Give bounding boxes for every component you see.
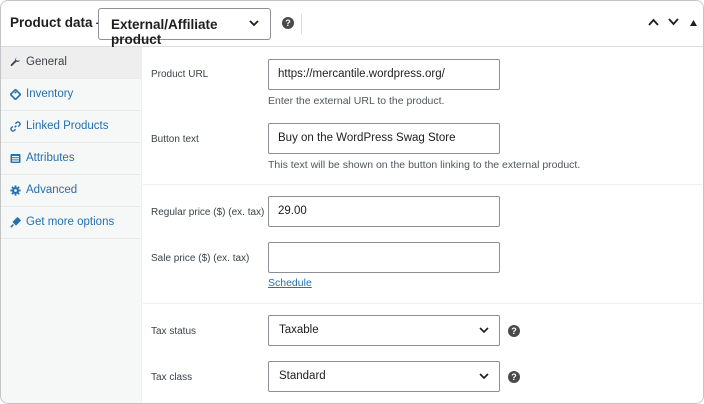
chevron-down-icon — [479, 327, 489, 334]
tab-inventory[interactable]: Inventory — [1, 79, 141, 111]
wrench-icon — [10, 57, 20, 67]
list-icon — [10, 154, 21, 163]
tab-attributes[interactable]: Attributes — [1, 143, 141, 175]
tag-icon — [10, 89, 21, 100]
link-icon — [10, 121, 21, 132]
regular-price-input[interactable]: 29.00 — [268, 196, 500, 227]
tab-general[interactable]: General — [1, 47, 141, 79]
tax-class-value: Standard — [279, 370, 326, 382]
tab-get-more-options[interactable]: Get more options — [1, 207, 141, 239]
tab-general-label: General — [26, 56, 67, 68]
product-url-description: Enter the external URL to the product. — [268, 95, 445, 107]
help-icon[interactable]: ? — [508, 325, 520, 337]
tax-class-label: Tax class — [151, 372, 193, 383]
tax-status-value: Taxable — [279, 324, 319, 336]
sale-price-label: Sale price ($) (ex. tax) — [151, 253, 250, 264]
schedule-link[interactable]: Schedule — [268, 277, 312, 289]
tab-attributes-label: Attributes — [26, 152, 75, 164]
tab-advanced[interactable]: Advanced — [1, 175, 141, 207]
tab-advanced-label: Advanced — [26, 184, 78, 196]
general-options-panel: Product URL https://mercantile.wordpress… — [143, 47, 703, 403]
button-text-label: Button text — [151, 134, 199, 145]
regular-price-label: Regular price ($) (ex. tax) — [151, 207, 265, 218]
product-data-tabs: General Inventory Linked Products Attrib… — [1, 47, 142, 403]
help-icon[interactable]: ? — [282, 17, 294, 29]
button-text-input[interactable]: Buy on the WordPress Swag Store — [268, 123, 500, 154]
tax-class-select[interactable]: Standard — [268, 361, 500, 392]
product-type-select[interactable]: External/Affiliate product — [98, 8, 271, 47]
section-divider — [143, 303, 703, 304]
tab-inventory-label: Inventory — [26, 88, 74, 100]
tab-linked-products-label: Linked Products — [26, 120, 109, 132]
tab-linked-products[interactable]: Linked Products — [1, 111, 141, 143]
button-text-description: This text will be shown on the button li… — [268, 159, 581, 171]
product-type-value: External/Affiliate product — [111, 17, 218, 47]
gear-icon — [10, 185, 21, 196]
chevron-down-icon[interactable] — [668, 18, 679, 26]
header-divider — [301, 14, 302, 34]
tax-status-select[interactable]: Taxable — [268, 315, 500, 346]
product-url-input[interactable]: https://mercantile.wordpress.org/ — [268, 59, 500, 90]
chevron-up-icon[interactable] — [648, 18, 659, 26]
tab-get-more-options-label: Get more options — [26, 216, 115, 228]
section-divider — [143, 184, 703, 185]
plugin-icon — [10, 217, 21, 228]
chevron-down-icon — [479, 373, 489, 380]
chevron-down-icon — [249, 20, 259, 27]
help-icon[interactable]: ? — [508, 371, 520, 383]
sale-price-input[interactable] — [268, 242, 500, 273]
product-data-panel: Product data — External/Affiliate produc… — [0, 0, 704, 404]
product-url-label: Product URL — [151, 69, 209, 80]
tax-status-label: Tax status — [151, 326, 197, 337]
panel-title: Product data — — [10, 15, 110, 30]
triangle-up-icon[interactable] — [690, 20, 697, 26]
product-data-header: Product data — External/Affiliate produc… — [1, 1, 703, 47]
